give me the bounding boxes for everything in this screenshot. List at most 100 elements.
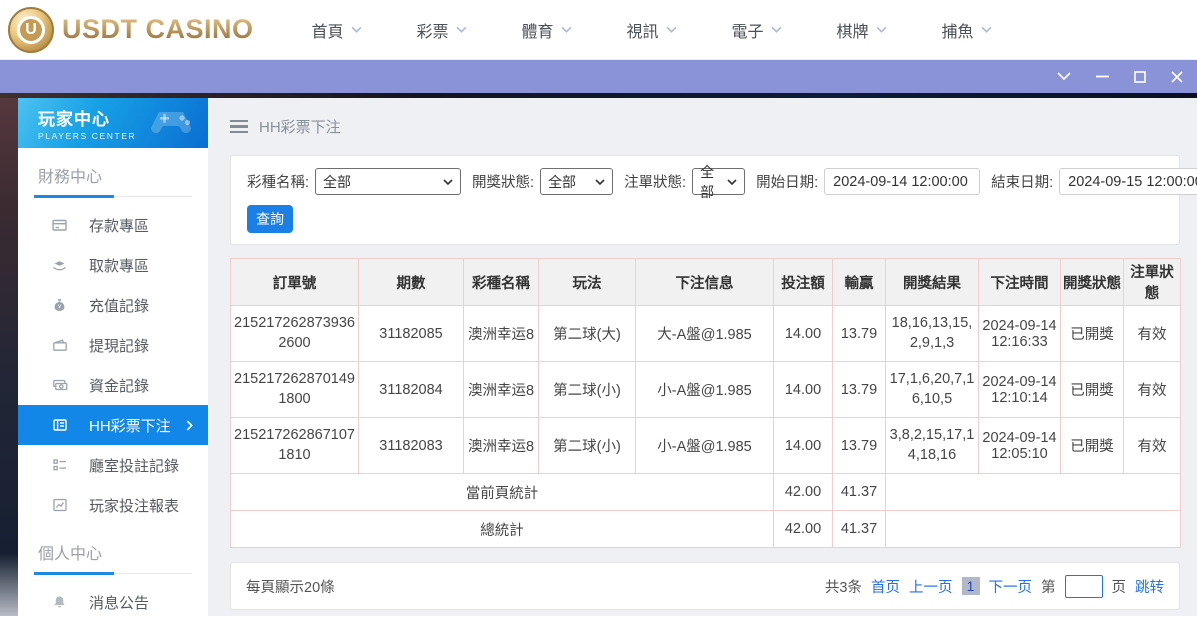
main-nav: 首頁 彩票 體育 視訊 電子 棋牌 bbox=[312, 18, 1047, 42]
summary-label: 總統計 bbox=[231, 511, 774, 548]
order-status-filter-group: 注單狀態: 全部 bbox=[624, 168, 745, 195]
page-jump-input[interactable] bbox=[1065, 575, 1103, 598]
cell-draw-status: 已開獎 bbox=[1061, 306, 1124, 362]
nav-item-home[interactable]: 首頁 bbox=[312, 18, 417, 42]
sidebar-item-recharge-records[interactable]: ¥ 充值記錄 bbox=[18, 285, 208, 325]
app-window: U USDT CASINO 首頁 彩票 體育 視訊 電子 bbox=[0, 0, 1197, 616]
sidebar-item-player-bet-report[interactable]: 玩家投注報表 bbox=[18, 485, 208, 525]
chevron-down-icon bbox=[456, 26, 467, 33]
end-date-input[interactable] bbox=[1059, 168, 1197, 195]
cell-period: 31182084 bbox=[359, 362, 464, 418]
cell-period: 31182083 bbox=[359, 418, 464, 474]
chevron-down-icon bbox=[666, 26, 677, 33]
col-order-number: 訂單號 bbox=[231, 259, 359, 306]
maximize-icon[interactable] bbox=[1134, 71, 1146, 83]
next-page-link[interactable]: 下一页 bbox=[989, 576, 1033, 597]
col-order-status: 注單狀態 bbox=[1124, 259, 1181, 306]
hamburger-menu-icon[interactable] bbox=[230, 120, 248, 134]
lottery-filter-label: 彩種名稱: bbox=[247, 171, 309, 192]
start-date-group: 開始日期: bbox=[756, 168, 980, 195]
desktop-background-edge bbox=[0, 98, 18, 616]
page-suffix-label: 页 bbox=[1112, 576, 1127, 597]
brand-initial: U bbox=[17, 16, 45, 44]
nav-item-live[interactable]: 視訊 bbox=[627, 18, 732, 42]
sidebar-item-label: 充值記錄 bbox=[89, 295, 149, 316]
nav-item-sports[interactable]: 體育 bbox=[522, 18, 627, 42]
brand-logo[interactable]: U USDT CASINO bbox=[8, 7, 254, 53]
nav-label: 電子 bbox=[732, 18, 764, 42]
summary-label: 當前頁統計 bbox=[231, 474, 774, 511]
table-row: 2152172628739362600 31182085 澳洲幸运8 第二球(大… bbox=[231, 306, 1181, 362]
bell-icon bbox=[51, 594, 68, 610]
sidebar-item-label: 存款專區 bbox=[89, 215, 149, 236]
sidebar-item-withdraw[interactable]: 取款專區 bbox=[18, 245, 208, 285]
order-status-filter-label: 注單狀態: bbox=[624, 171, 686, 192]
cell-bet-amount: 14.00 bbox=[774, 306, 833, 362]
chevron-down-icon bbox=[561, 26, 572, 33]
first-page-link[interactable]: 首页 bbox=[871, 576, 900, 597]
nav-label: 視訊 bbox=[627, 18, 659, 42]
book-icon bbox=[51, 417, 68, 433]
cell-win-loss: 13.79 bbox=[833, 362, 886, 418]
draw-status-select[interactable]: 全部 bbox=[540, 168, 613, 195]
start-date-label: 開始日期: bbox=[756, 171, 818, 192]
col-bet-amount: 投注額 bbox=[774, 259, 833, 306]
nav-item-fishing[interactable]: 捕魚 bbox=[942, 18, 1047, 42]
cell-draw-status: 已開獎 bbox=[1061, 362, 1124, 418]
chevron-down-icon bbox=[771, 26, 782, 33]
total-count-text: 共3条 bbox=[825, 576, 862, 597]
sidebar-item-deposit[interactable]: 存款專區 bbox=[18, 205, 208, 245]
sidebar-item-funds-records[interactable]: 資金記錄 bbox=[18, 365, 208, 405]
col-lottery-name: 彩種名稱 bbox=[464, 259, 539, 306]
sidebar-item-announcements[interactable]: 消息公告 bbox=[18, 582, 208, 622]
current-page-indicator[interactable]: 1 bbox=[962, 577, 980, 595]
table-row: 2152172628701491800 31182084 澳洲幸运8 第二球(小… bbox=[231, 362, 1181, 418]
window-dropdown-icon[interactable] bbox=[1057, 72, 1071, 81]
top-nav-bar: U USDT CASINO 首頁 彩票 體育 視訊 電子 bbox=[0, 0, 1197, 60]
cell-win-loss: 13.79 bbox=[833, 418, 886, 474]
cell-play-type: 第二球(小) bbox=[539, 362, 636, 418]
order-status-select-value: 全部 bbox=[700, 162, 719, 202]
start-date-input[interactable] bbox=[824, 168, 980, 195]
pagination: 共3条 首页 上一页 1 下一页 第 页 跳转 bbox=[825, 575, 1164, 598]
col-bet-time: 下注時間 bbox=[979, 259, 1061, 306]
lottery-select-value: 全部 bbox=[323, 172, 351, 192]
close-icon[interactable] bbox=[1171, 71, 1183, 83]
cell-bet-info: 大-A盤@1.985 bbox=[636, 306, 774, 362]
table-footer: 每頁顯示20條 共3条 首页 上一页 1 下一页 第 页 跳转 bbox=[230, 562, 1180, 610]
sidebar-menu: 存款專區 取款專區 ¥ 充值記錄 提現記錄 資金記錄 bbox=[18, 205, 208, 525]
jump-link[interactable]: 跳转 bbox=[1135, 576, 1164, 597]
sidebar-item-label: 消息公告 bbox=[89, 592, 149, 613]
nav-item-slots[interactable]: 電子 bbox=[732, 18, 837, 42]
cell-draw-result: 17,1,6,20,7,16,10,5 bbox=[886, 362, 979, 418]
summary-win-loss: 41.37 bbox=[833, 474, 886, 511]
minimize-icon[interactable] bbox=[1096, 75, 1109, 78]
sidebar-item-room-bet-records[interactable]: 廳室投註記錄 bbox=[18, 445, 208, 485]
cell-bet-info: 小-A盤@1.985 bbox=[636, 362, 774, 418]
cell-play-type: 第二球(小) bbox=[539, 418, 636, 474]
sidebar-item-label: 玩家投注報表 bbox=[89, 495, 179, 516]
nav-item-boardgames[interactable]: 棋牌 bbox=[837, 18, 942, 42]
brand-coin-icon: U bbox=[8, 7, 54, 53]
nav-label: 棋牌 bbox=[837, 18, 869, 42]
cell-order-number: 2152172628701491800 bbox=[231, 362, 359, 418]
lottery-select[interactable]: 全部 bbox=[315, 168, 461, 195]
sidebar-item-withdrawal-records[interactable]: 提現記錄 bbox=[18, 325, 208, 365]
cell-period: 31182085 bbox=[359, 306, 464, 362]
search-button[interactable]: 查詢 bbox=[247, 205, 293, 233]
moneybag-icon: ¥ bbox=[51, 297, 68, 313]
nav-item-lottery[interactable]: 彩票 bbox=[417, 18, 522, 42]
prev-page-link[interactable]: 上一页 bbox=[909, 576, 953, 597]
cell-order-status: 有效 bbox=[1124, 418, 1181, 474]
chevron-down-icon bbox=[443, 179, 453, 185]
wallet-icon bbox=[51, 337, 68, 353]
page-prefix-label: 第 bbox=[1041, 576, 1056, 597]
cell-order-status: 有效 bbox=[1124, 306, 1181, 362]
cell-bet-time: 2024-09-14 12:16:33 bbox=[979, 306, 1061, 362]
cell-order-number: 2152172628671071810 bbox=[231, 418, 359, 474]
order-status-select[interactable]: 全部 bbox=[692, 168, 745, 195]
col-draw-status: 開獎狀態 bbox=[1061, 259, 1124, 306]
summary-bet-amount: 42.00 bbox=[774, 474, 833, 511]
sidebar-item-hh-lottery-bets[interactable]: HH彩票下注 bbox=[18, 405, 208, 445]
draw-status-filter-group: 開獎狀態: 全部 bbox=[472, 168, 613, 195]
